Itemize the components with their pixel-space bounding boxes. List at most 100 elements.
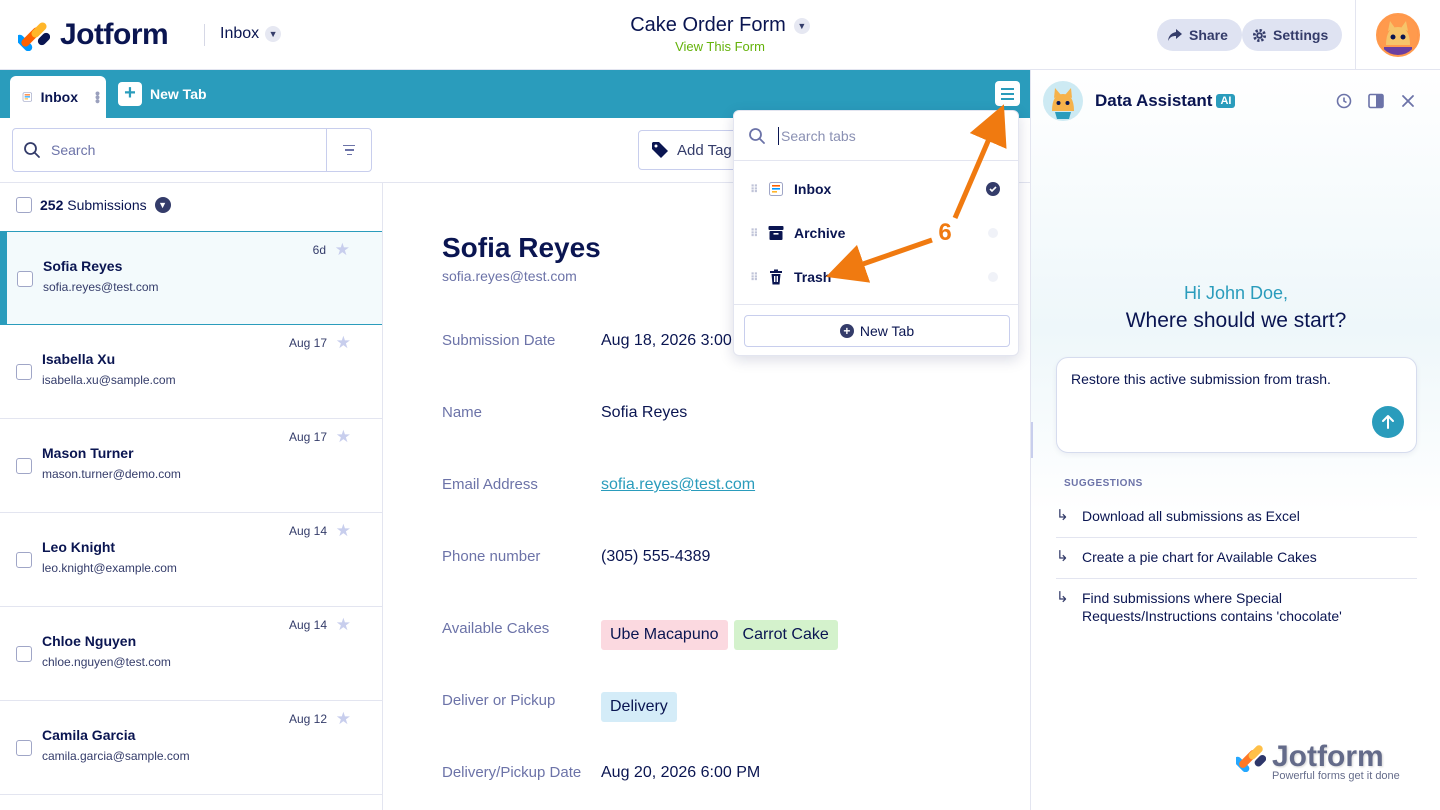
star-icon[interactable]: ★	[336, 615, 351, 635]
star-icon[interactable]: ★	[336, 521, 351, 541]
select-all-checkbox[interactable]	[16, 197, 32, 213]
assistant-question: Where should we start?	[1125, 309, 1347, 332]
star-icon[interactable]: ★	[335, 240, 350, 260]
chevron-down-icon[interactable]: ▼	[154, 197, 171, 213]
submitter-email: sofia.reyes@test.com	[43, 280, 159, 294]
detail-submitter-name: Sofia Reyes	[442, 232, 601, 263]
search-bar: Search	[12, 128, 372, 172]
list-item[interactable]: Leo Knight leo.knight@example.com Aug 14…	[0, 513, 382, 607]
suggestion-text: Download all submissions as Excel	[1082, 508, 1300, 524]
suggestion-item[interactable]: ↳ Find submissions where Special Request…	[1056, 589, 1417, 625]
delivery-chips: Delivery	[601, 692, 683, 722]
form-title-block: Cake Order Form ▼ View This Form	[560, 14, 880, 54]
dropdown-item-label: Trash	[794, 269, 832, 285]
submitter-name: Camila Garcia	[42, 727, 136, 743]
view-form-link[interactable]: View This Form	[560, 39, 880, 54]
list-item[interactable]: Sofia Reyes sofia.reyes@test.com 6d ★	[0, 231, 382, 325]
submitter-email: camila.garcia@sample.com	[42, 749, 190, 763]
return-arrow-icon: ↳	[1056, 589, 1069, 606]
menu-icon-bar	[1001, 97, 1014, 100]
row-checkbox[interactable]	[16, 458, 32, 474]
submission-count: 252	[40, 197, 64, 213]
jotform-logo-icon	[18, 22, 50, 51]
share-button[interactable]: Share	[1157, 19, 1242, 51]
row-checkbox[interactable]	[16, 740, 32, 756]
dropdown-item-archive[interactable]: ⠿ Archive	[734, 211, 1018, 255]
list-item[interactable]: Chloe Nguyen chloe.nguyen@test.com Aug 1…	[0, 607, 382, 701]
assistant-prompt-input[interactable]: Restore this active submission from tras…	[1056, 357, 1417, 453]
inbox-switcher[interactable]: Inbox ▼	[220, 25, 282, 43]
chip: Carrot Cake	[733, 620, 838, 650]
drag-handle-icon[interactable]: ⠿	[750, 227, 759, 240]
history-icon[interactable]	[1335, 92, 1353, 110]
email-link[interactable]: sofia.reyes@test.com	[601, 476, 755, 494]
status-dot	[988, 272, 998, 282]
tabs-dropdown: Search tabs ⠿ Inbox ⠿ Archive ⠿ Trash + …	[733, 110, 1019, 356]
row-checkbox[interactable]	[16, 646, 32, 662]
archive-icon	[768, 226, 784, 240]
header-divider	[204, 24, 205, 46]
star-icon[interactable]: ★	[336, 333, 351, 353]
new-tab-label: New Tab	[150, 86, 207, 102]
assistant-title: Data Assistant	[1095, 91, 1213, 110]
row-checkbox[interactable]	[17, 271, 33, 287]
star-icon[interactable]: ★	[336, 709, 351, 729]
assistant-avatar-icon	[1043, 81, 1083, 121]
trash-icon	[770, 269, 782, 285]
share-icon	[1168, 29, 1182, 41]
tabs-menu-button[interactable]	[995, 81, 1020, 106]
settings-button[interactable]: Settings	[1242, 19, 1343, 51]
add-tag-button[interactable]: Add Tag	[638, 130, 738, 170]
field-label: Available Cakes	[442, 620, 550, 637]
inbox-tab-icon	[22, 92, 32, 102]
star-icon[interactable]: ★	[336, 427, 351, 447]
submission-date: Aug 14	[288, 524, 327, 538]
dropdown-item-label: Inbox	[794, 181, 832, 197]
arrow-up-icon	[1382, 415, 1394, 429]
plus-icon: +	[118, 82, 142, 106]
field-label: Name	[442, 404, 483, 421]
check-circle-icon	[986, 182, 1000, 196]
expand-panel-icon[interactable]	[1367, 92, 1385, 110]
list-item[interactable]: Camila Garcia camila.garcia@sample.com A…	[0, 701, 382, 795]
tabs-search-input[interactable]: Search tabs	[781, 128, 856, 144]
list-item[interactable]: Mason Turner mason.turner@demo.com Aug 1…	[0, 419, 382, 513]
dropdown-item-trash[interactable]: ⠿ Trash	[734, 255, 1018, 299]
drag-handle-icon[interactable]: ⠿	[750, 183, 759, 196]
chevron-down-icon: ▼	[793, 17, 810, 34]
field-value: Aug 18, 2026 3:00	[601, 332, 732, 349]
submitter-email: mason.turner@demo.com	[42, 467, 181, 481]
close-icon[interactable]	[1399, 92, 1417, 110]
row-checkbox[interactable]	[16, 364, 32, 380]
suggestion-text: Create a pie chart for Available Cakes	[1082, 549, 1317, 565]
inbox-switcher-label: Inbox	[220, 25, 260, 42]
menu-icon-bar	[1001, 87, 1014, 90]
form-title[interactable]: Cake Order Form ▼	[630, 14, 810, 37]
submission-date: Aug 17	[288, 336, 327, 350]
filter-icon[interactable]	[326, 129, 371, 171]
avatar[interactable]	[1376, 13, 1420, 57]
list-item[interactable]: Isabella Xu isabella.xu@sample.com Aug 1…	[0, 325, 382, 419]
submission-date: Aug 12	[288, 712, 327, 726]
new-tab-button[interactable]: + New Tab	[118, 82, 207, 106]
drag-handle-icon[interactable]: ⠿	[750, 271, 759, 284]
suggestion-item[interactable]: ↳ Create a pie chart for Available Cakes	[1056, 548, 1417, 566]
dropdown-new-tab-button[interactable]: + New Tab	[744, 315, 1010, 347]
resize-handle[interactable]	[1031, 422, 1035, 458]
jotform-logo[interactable]: Jotform	[18, 16, 198, 54]
dropdown-item-inbox[interactable]: ⠿ Inbox	[734, 167, 1018, 211]
dropdown-divider	[734, 304, 1018, 305]
data-assistant-panel: Data Assistant AI Hi John Doe, Where sho…	[1030, 70, 1440, 810]
search-input[interactable]: Search	[51, 142, 326, 158]
list-header: 252 Submissions ▼	[16, 197, 171, 213]
search-icon	[13, 141, 51, 159]
more-vertical-icon[interactable]: •••	[90, 91, 106, 103]
search-icon	[749, 127, 765, 144]
row-checkbox[interactable]	[16, 552, 32, 568]
suggestion-item[interactable]: ↳ Download all submissions as Excel	[1056, 507, 1417, 525]
send-button[interactable]	[1372, 406, 1404, 438]
submission-date: 6d	[312, 243, 326, 257]
tab-inbox[interactable]: Inbox •••	[10, 76, 106, 118]
tabs-search[interactable]: Search tabs	[734, 111, 1018, 161]
status-dot	[988, 228, 998, 238]
